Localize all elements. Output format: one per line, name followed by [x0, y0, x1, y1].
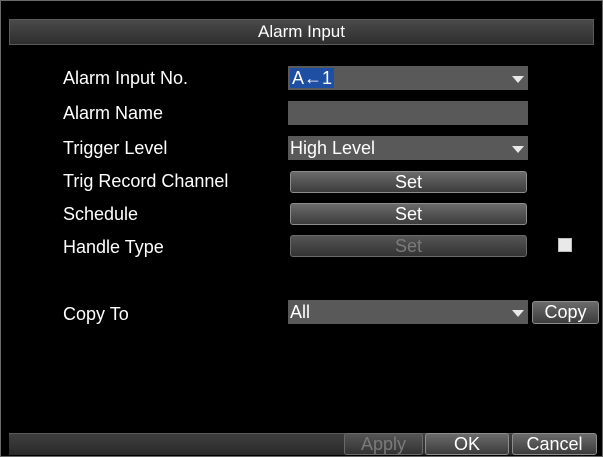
schedule-set-button[interactable]: Set — [290, 203, 527, 225]
alarm-input-no-value: A←1 — [290, 68, 335, 88]
chevron-down-icon[interactable] — [512, 146, 524, 153]
alarm-name-input[interactable] — [288, 101, 528, 125]
dialog-title: Alarm Input — [9, 19, 594, 45]
trigger-level-value: High Level — [290, 138, 376, 158]
copy-to-value: All — [290, 302, 311, 322]
chevron-down-icon[interactable] — [512, 76, 524, 83]
handle-type-checkbox[interactable] — [558, 238, 572, 252]
alarm-input-dialog: Alarm Input Alarm Input No. A←1 Alarm Na… — [0, 0, 603, 457]
chevron-down-icon[interactable] — [512, 310, 524, 317]
trig-record-channel-label: Trig Record Channel — [63, 171, 229, 191]
trigger-level-select[interactable]: High Level — [288, 136, 528, 160]
handle-type-label: Handle Type — [63, 237, 164, 257]
alarm-name-label: Alarm Name — [63, 103, 164, 123]
copy-button[interactable]: Copy — [532, 301, 599, 324]
alarm-input-no-label: Alarm Input No. — [63, 68, 189, 88]
schedule-label: Schedule — [63, 204, 139, 224]
handle-type-set-button[interactable]: Set — [290, 235, 527, 257]
copy-to-select[interactable]: All — [288, 300, 528, 324]
alarm-input-no-select[interactable]: A←1 — [288, 66, 528, 90]
trigger-level-label: Trigger Level — [63, 138, 168, 158]
trig-record-channel-set-button[interactable]: Set — [290, 171, 527, 193]
copy-to-label: Copy To — [63, 304, 129, 324]
cancel-button[interactable]: Cancel — [512, 433, 597, 455]
apply-button[interactable]: Apply — [344, 433, 423, 455]
ok-button[interactable]: OK — [425, 433, 509, 455]
